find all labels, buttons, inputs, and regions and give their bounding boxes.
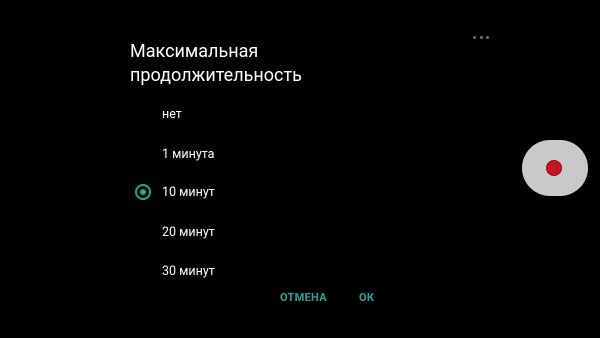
option-10-minutes[interactable]: 10 минут — [130, 174, 390, 210]
radio-button[interactable] — [135, 146, 151, 162]
dialog-actions: ОТМЕНА ОК — [270, 286, 400, 310]
camera-screen: Максимальная продолжительность нет 1 мин… — [0, 0, 600, 338]
overflow-dot — [473, 35, 476, 39]
overflow-dot — [486, 35, 489, 39]
option-1-minute[interactable]: 1 минута — [130, 136, 390, 172]
max-duration-dialog: Максимальная продолжительность нет 1 мин… — [0, 0, 420, 338]
dialog-title: Максимальная продолжительность — [130, 41, 302, 86]
option-label: нет — [162, 106, 182, 122]
radio-button[interactable] — [135, 224, 151, 240]
radio-button[interactable] — [135, 106, 151, 122]
record-button[interactable] — [522, 140, 588, 196]
overflow-dot — [479, 35, 483, 39]
radio-button-selected[interactable] — [135, 184, 151, 200]
option-label: 10 минут — [162, 184, 215, 200]
option-label: 1 минута — [162, 146, 215, 162]
option-none[interactable]: нет — [130, 96, 390, 132]
option-20-minutes[interactable]: 20 минут — [130, 214, 390, 250]
option-30-minutes[interactable]: 30 минут — [130, 253, 390, 289]
radio-button[interactable] — [135, 263, 151, 279]
option-label: 20 минут — [162, 224, 215, 240]
cancel-button[interactable]: ОТМЕНА — [280, 286, 327, 310]
record-icon — [547, 161, 561, 175]
ok-button[interactable]: ОК — [359, 286, 374, 310]
overflow-menu-icon[interactable] — [473, 34, 489, 40]
option-label: 30 минут — [162, 263, 215, 279]
